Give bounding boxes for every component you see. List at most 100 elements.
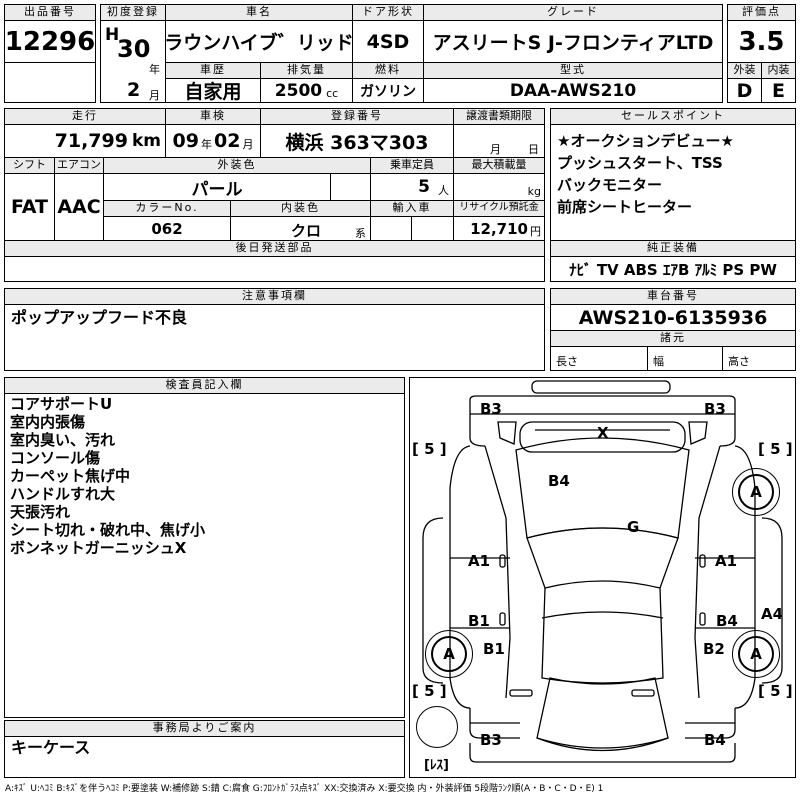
legend: A:ｷｽﾞ U:ﾍｺﾐ B:ｷｽﾞを伴うﾍｺﾐ P:要塗装 W:補修跡 S:錆 … [5,784,604,794]
history: 自家用 [165,78,261,103]
tire-rear-left: [ 5 ] [412,682,447,700]
mileage: 71,799 [54,130,128,152]
capacity-unit: 人 [438,184,449,197]
office-box: キーケース [4,736,405,778]
recycle-unit: 円 [530,225,541,238]
sales-points: ★オークションデビュー★ プッシュスタート、TSS バックモニター 前席シートヒ… [550,124,796,241]
reg-month: 2 [127,79,141,101]
mark-b2: B2 [703,640,725,658]
transfer-cell: 月 日 [453,124,545,158]
sales-points-label: セールスポイント [550,108,796,125]
sales-point-item: プッシュスタート、TSS [557,154,723,172]
later-parts [4,256,545,282]
color-no-label: カラーNo. [103,200,231,217]
door-label: ドア形状 [352,4,424,21]
mileage-cell: 71,799 km [4,124,166,158]
inspector-item: ハンドルすれ大 [10,485,116,503]
ext-color-extra [330,173,371,201]
inspector-item: シート切れ・破れ中、焦げ小 [10,521,206,539]
displacement-label: 排気量 [260,62,353,79]
mark-g: G [627,518,640,536]
ext-grade: D [727,78,762,103]
mark-b4-hood: B4 [548,472,570,490]
insp-year: 09 [172,130,199,152]
height-cell: 高さ [722,346,796,371]
capacity-label: 乗車定員 [370,157,454,174]
sales-point-item: ★オークションデビュー★ [557,132,734,150]
mark-b1-wheel: B1 [483,640,505,658]
spare-tire-icon [416,706,458,748]
shift-label: シフト [4,157,55,174]
capacity-cell: 5 人 [370,173,454,201]
mark-a-front-right: A [738,474,774,510]
mark-b3-top-right: B3 [704,400,726,418]
score-label: 評価点 [727,4,796,21]
fuel-label: 燃料 [352,62,424,79]
width-label: 幅 [653,355,664,368]
equipment-label: 純正装備 [550,240,796,257]
inspector-item: コンソール傷 [10,449,101,467]
lot-no: 12296 [4,20,96,63]
mark-b4-right: B4 [716,612,738,630]
chassis-label: 車台番号 [550,288,796,305]
first-reg-box: H 30 年 2 月 [100,20,166,103]
inspector-item: 天張汚れ [10,503,71,521]
inspector-box: コアサポートU 室内内張傷 室内臭い、汚れ コンソール傷 カーペット焦げ中 ハン… [4,393,405,718]
tire-rear-right: [ 5 ] [758,682,793,700]
lot-no-blank [4,62,96,103]
grade-label: グレード [423,4,723,21]
length-cell: 長さ [550,346,648,371]
car-name: クラウンハイブ゛リッド゛ [165,20,353,63]
int-grade: E [761,78,796,103]
score: 3.5 [727,20,796,63]
dims-label: 諸元 [550,330,796,347]
load-unit: kg [527,185,541,198]
import-cell-1 [370,216,412,241]
reg-no-label: 登録番号 [260,108,454,125]
import-label: 輸入車 [370,200,454,217]
mark-a1-right: A1 [715,552,738,570]
mark-b3-top-left: B3 [480,400,502,418]
insp-month-unit: 月 [242,138,254,151]
recycle: 12,710 [470,219,528,238]
import-cell-2 [411,216,454,241]
mark-b4-bottom-right: B4 [704,731,726,749]
reg-year: 30 [117,35,151,63]
insp-month: 02 [214,130,241,152]
mileage-label: 走行 [4,108,166,125]
model-label: 型式 [423,62,723,79]
notes-box: ポップアップフード不良 [4,304,545,371]
int-color-cell: クロ 系 [230,216,371,241]
inspector-item: カーペット焦げ中 [10,467,131,485]
ac: AAC [54,173,104,241]
transfer-label: 譲渡書類期限 [453,108,545,125]
capacity: 5 [418,177,430,197]
ext-color: パール [103,173,331,201]
mileage-unit: km [131,131,161,151]
sales-point-item: 前席シートヒーター [557,198,693,216]
office-label: 事務局よりご案内 [4,720,405,737]
displacement-cell: 2500 cc [260,78,353,103]
insp-year-unit: 年 [201,138,212,151]
mark-b1-left: B1 [468,612,490,630]
grade: アスリートS J-フロンティアLTD [423,20,723,63]
inspector-item: 室内臭い、汚れ [10,431,116,449]
sales-point-item: バックモニター [557,176,663,194]
lot-no-label: 出品番号 [4,4,96,21]
chassis-number: AWS210-6135936 [550,304,796,331]
history-label: 車歴 [165,62,261,79]
inspection-cell: 09 年 02 月 [165,124,261,158]
ext-color-label: 外装色 [103,157,371,174]
ext-grade-label: 外装 [727,62,762,79]
inspector-item: 室内内張傷 [10,413,86,431]
mark-a4: A4 [761,605,784,623]
mark-a-rear-right: A [738,636,774,672]
recycle-cell: 12,710 円 [453,216,545,241]
equipment: ﾅﾋﾞ TV ABS ｴｱB ｱﾙﾐ PS PW [550,256,796,282]
tire-front-left: [ 5 ] [412,440,447,458]
office-text: キーケース [11,738,91,757]
load-cell: kg [453,173,545,201]
transfer-day-unit: 日 [528,143,539,156]
notes-text: ポップアップフード不良 [11,308,188,327]
load-label: 最大積載量 [453,157,545,174]
